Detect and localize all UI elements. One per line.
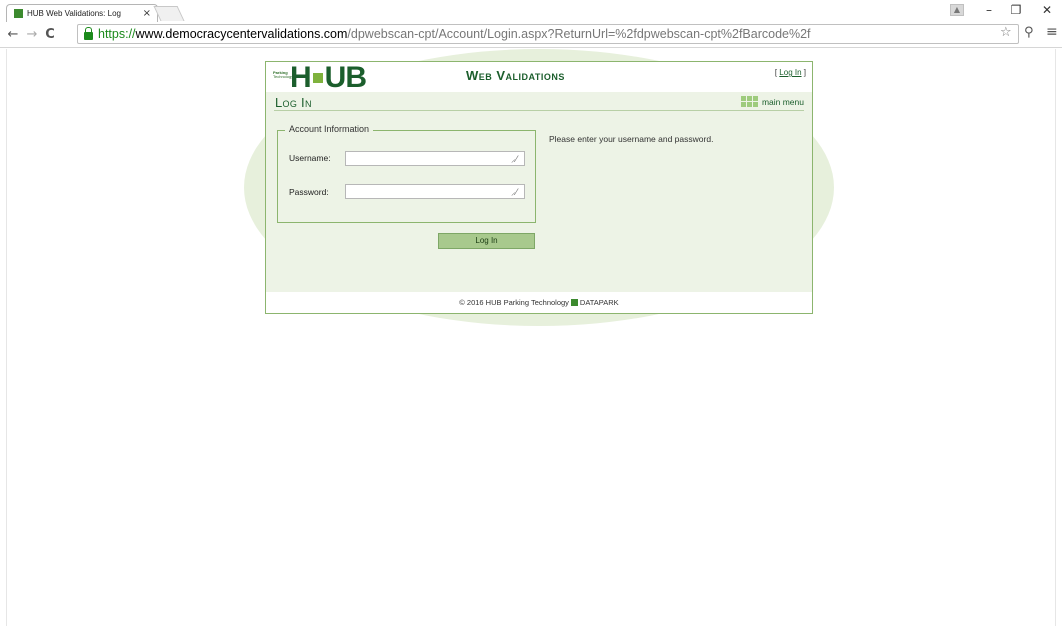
page-header: Parking Technology H UB Web Validations [… xyxy=(266,61,812,94)
user-profile-icon[interactable]: ▲ xyxy=(950,4,964,16)
reload-icon[interactable]: C xyxy=(42,26,58,44)
header-login: [ Log In ] xyxy=(775,68,806,77)
key-autofill-icon[interactable]: ⸝⁄ xyxy=(511,185,517,198)
bookmark-star-icon[interactable]: ☆ xyxy=(1000,25,1012,40)
login-instructions: Please enter your username and password. xyxy=(549,134,714,144)
logo-hub-right: UB xyxy=(324,61,367,94)
login-button[interactable]: Log In xyxy=(438,233,535,249)
logo-small-line2: Technology xyxy=(273,74,294,79)
content-area: Log In main menu Account Information Use… xyxy=(266,92,812,292)
section-divider xyxy=(274,110,804,111)
main-menu-label: main menu xyxy=(761,96,804,107)
password-input[interactable] xyxy=(345,184,525,199)
logo-square-icon xyxy=(312,73,323,83)
copyright-text: © 2016 HUB Parking Technology xyxy=(459,298,569,307)
login-panel: Parking Technology H UB Web Validations [… xyxy=(265,61,813,314)
maximize-button[interactable]: ❐ xyxy=(1005,2,1027,18)
url-scheme: https:// xyxy=(98,27,136,41)
page-viewport: Parking Technology H UB Web Validations [… xyxy=(6,49,1056,626)
datapark-square-icon xyxy=(570,299,578,306)
url-host: www.democracycentervalidations.com xyxy=(135,27,348,41)
browser-toolbar: ← → C https://www.democracycentervalidat… xyxy=(0,22,1062,48)
header-login-link[interactable]: Log In xyxy=(779,68,801,77)
username-label: Username: xyxy=(289,153,331,163)
account-information-fieldset: Account Information Username: ⸝⁄ Passwor… xyxy=(277,124,536,223)
fieldset-legend: Account Information xyxy=(285,124,374,134)
forward-arrow-icon[interactable]: → xyxy=(24,26,40,44)
close-window-button[interactable]: ✕ xyxy=(1036,2,1058,18)
bracket-close: ] xyxy=(801,68,806,77)
password-label: Password: xyxy=(289,187,329,197)
logo-hub-left: H xyxy=(290,61,312,94)
browser-menu-icon[interactable]: ≡ xyxy=(1046,24,1058,40)
datapark-brand: DATAPARK xyxy=(579,298,619,307)
hub-favicon-icon xyxy=(14,9,23,18)
back-arrow-icon[interactable]: ← xyxy=(5,26,21,44)
key-autofill-icon[interactable]: ⸝⁄ xyxy=(511,152,517,165)
url-path: /dpwebscan-cpt/Account/Login.aspx?Return… xyxy=(347,27,811,41)
secure-lock-icon xyxy=(84,26,93,40)
minimize-button[interactable]: – xyxy=(978,2,1000,18)
page-footer: © 2016 HUB Parking Technology DATAPARK xyxy=(266,294,812,312)
tab-close-icon[interactable]: × xyxy=(143,8,151,19)
username-input[interactable] xyxy=(345,151,525,166)
address-bar[interactable]: https://www.democracycentervalidations.c… xyxy=(77,24,1019,44)
hub-logo: H UB xyxy=(290,61,367,94)
grid-menu-icon xyxy=(740,96,758,107)
tab-title: HUB Web Validations: Log xyxy=(27,9,121,18)
section-bar: Log In main menu xyxy=(266,92,812,112)
parking-technology-logo: Parking Technology xyxy=(273,71,294,79)
new-tab-button[interactable] xyxy=(153,6,185,21)
extension-icon[interactable]: ⚲ xyxy=(1024,25,1034,40)
page-title: Log In xyxy=(275,95,312,110)
browser-tab[interactable]: HUB Web Validations: Log × xyxy=(6,4,158,22)
main-menu-link[interactable]: main menu xyxy=(740,96,804,107)
browser-titlebar: HUB Web Validations: Log × ▲ – ❐ ✕ xyxy=(0,0,1062,22)
app-title: Web Validations xyxy=(466,68,565,83)
